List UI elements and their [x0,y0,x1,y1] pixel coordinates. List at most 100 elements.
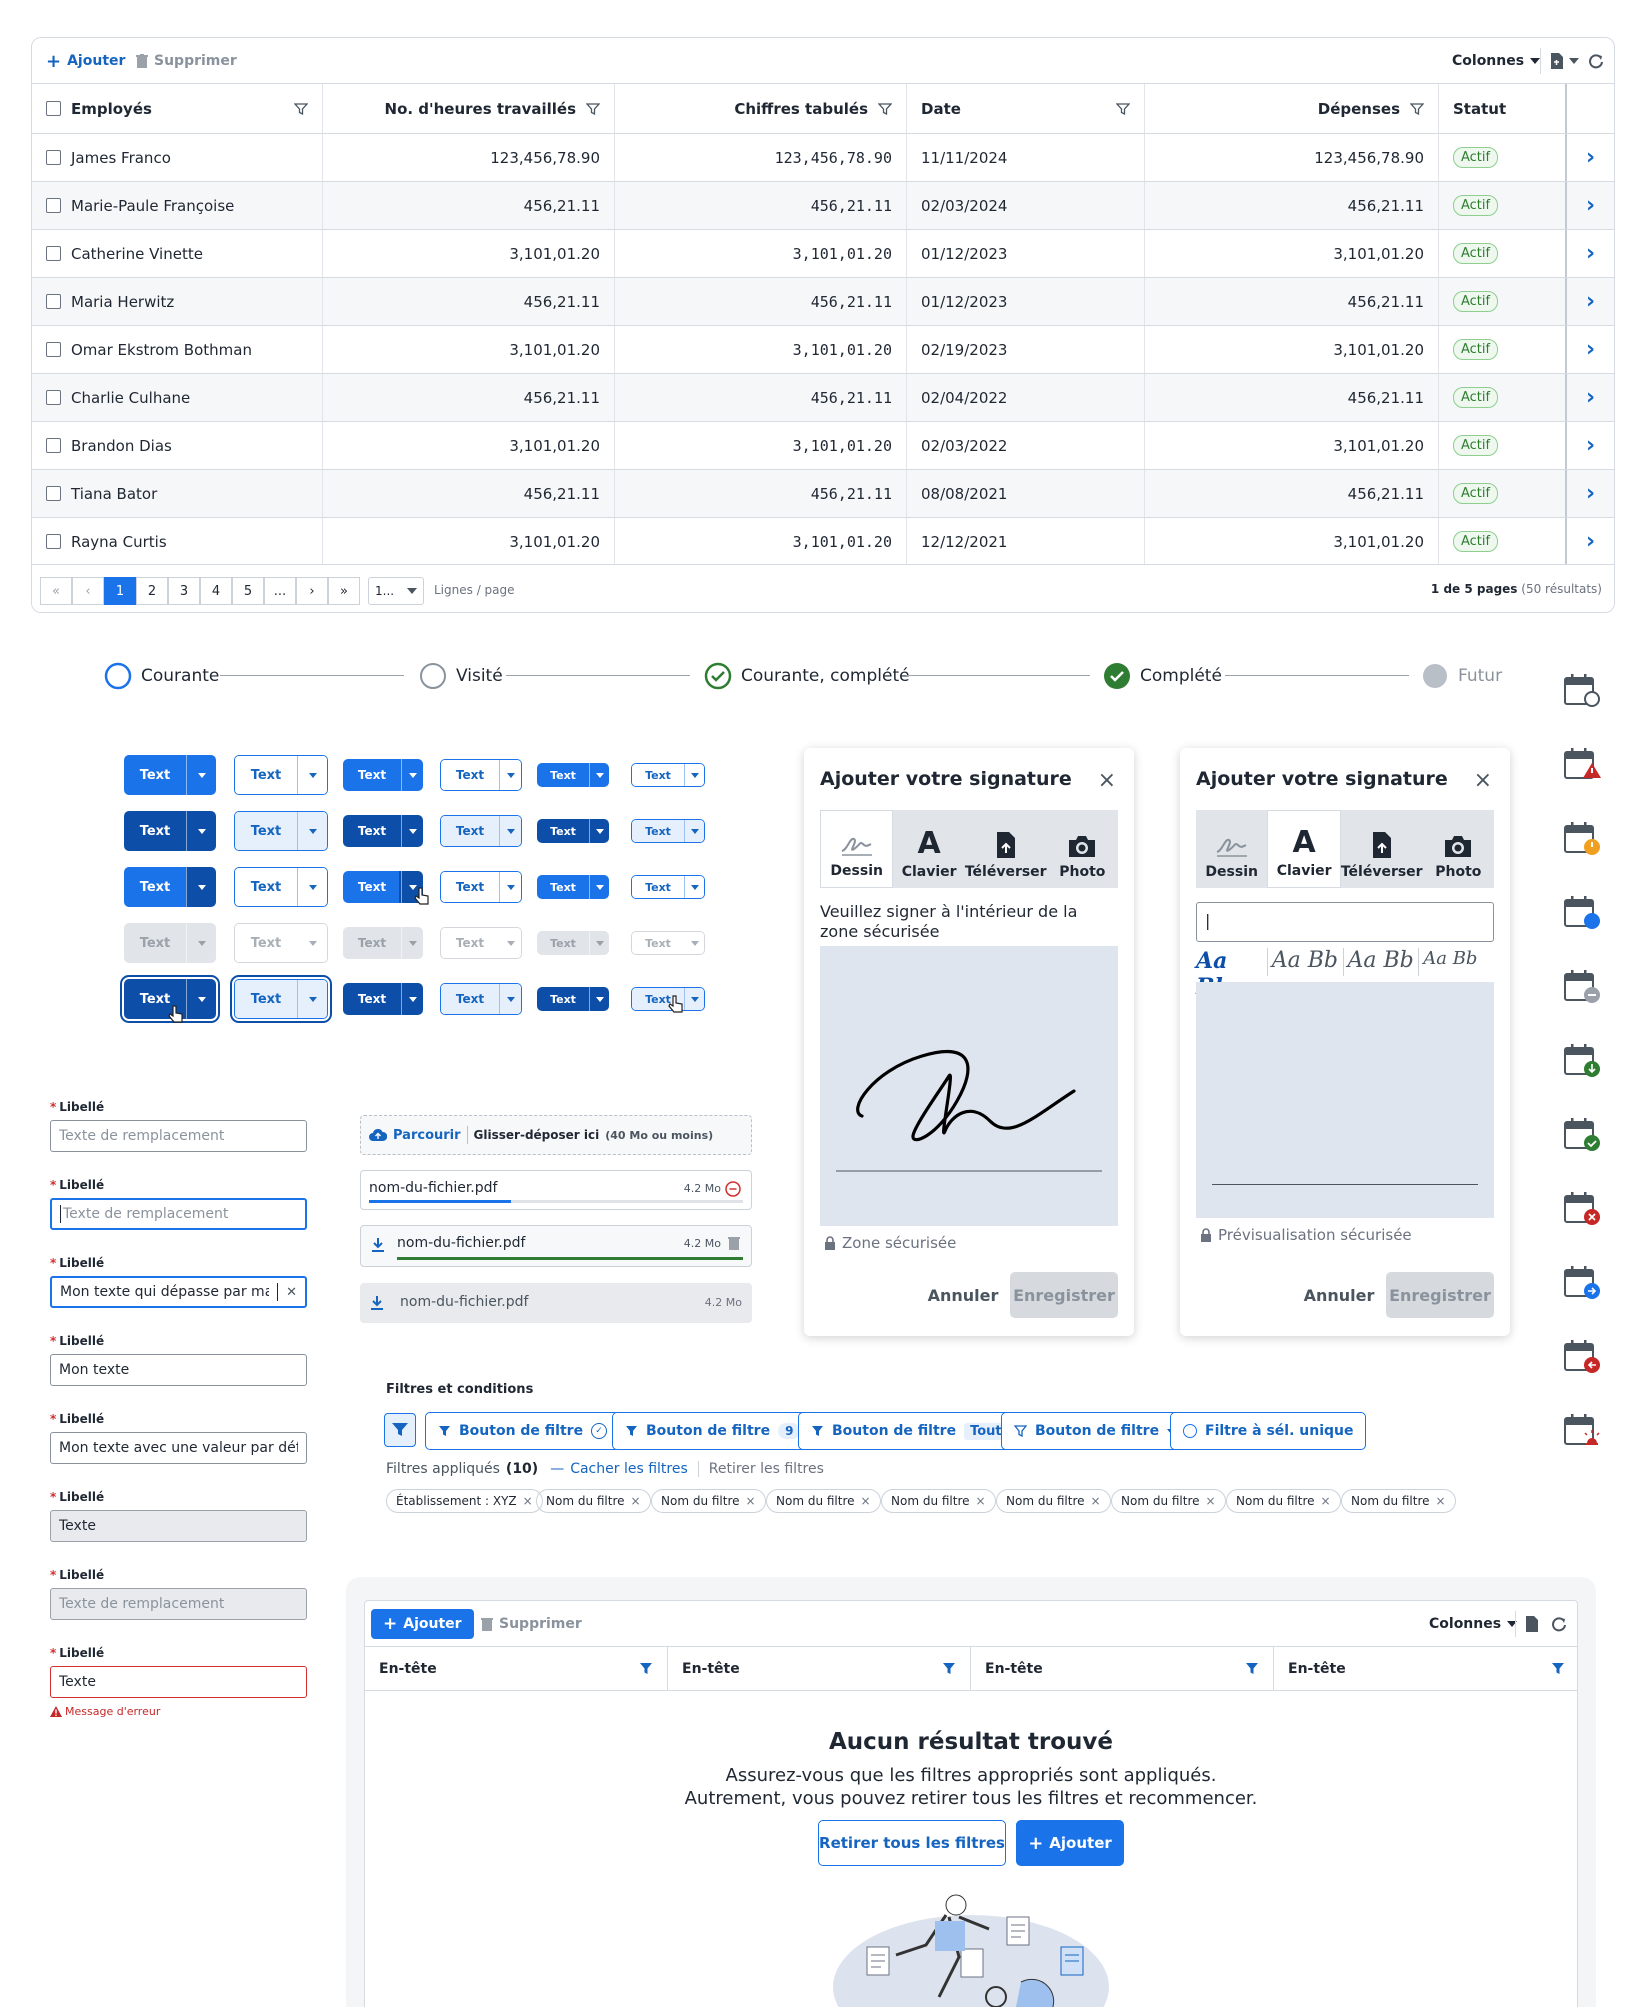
split-button[interactable]: Text [343,983,423,1015]
cancel-button[interactable]: Annuler [916,1272,1010,1318]
text-field[interactable]: Mon texte [50,1354,307,1386]
font-option[interactable]: Aa Bb [1268,948,1344,976]
step-visited[interactable]: Visité [419,662,503,690]
row-checkbox[interactable] [46,342,61,357]
remove-chip-icon[interactable]: × [1206,1494,1216,1508]
split-button-main[interactable]: Text [441,984,499,1014]
column-header-date[interactable]: Date [907,84,1145,133]
tab-keyboard[interactable]: A Clavier [893,810,965,888]
text-field[interactable]: Mon texte avec une valeur par défaut [50,1432,307,1464]
tab-upload[interactable]: Téléverser [964,810,1047,888]
split-button-main[interactable]: Text [235,756,297,794]
filter-toggle-button[interactable] [384,1413,416,1447]
split-button-main[interactable]: Text [632,764,684,786]
split-button-dropdown[interactable] [499,816,521,846]
text-field[interactable]: Texte de remplacement [50,1198,307,1230]
table-row[interactable]: Omar Ekstrom Bothman 3,101,01.20 3,101,01.… [32,326,1614,374]
rows-per-page-select[interactable]: 1... [368,577,424,605]
text-field[interactable]: Mon texte qui dépasse par man... ✕ [50,1276,307,1308]
column-header[interactable]: En-tête [971,1647,1274,1691]
tab-photo[interactable]: Photo [1422,810,1495,888]
tab-photo[interactable]: Photo [1046,810,1119,888]
remove-chip-icon[interactable]: × [631,1494,641,1508]
cancel-upload-icon[interactable] [725,1181,741,1197]
row-checkbox[interactable] [46,198,61,213]
last-page-button[interactable]: » [328,577,360,605]
first-page-button[interactable]: « [40,577,72,605]
column-header-employees[interactable]: Employés [32,84,323,133]
remove-chip-icon[interactable]: × [861,1494,871,1508]
save-button[interactable]: Enregistrer [1010,1272,1118,1318]
filter-icon[interactable] [878,102,892,116]
split-button-dropdown[interactable] [186,867,216,907]
split-button[interactable]: Text [631,931,705,955]
text-field[interactable]: Texte de remplacement [50,1120,307,1152]
trash-icon[interactable] [728,1236,740,1250]
split-button-dropdown[interactable] [499,984,521,1014]
filter-icon[interactable] [1245,1662,1259,1675]
column-header-hours[interactable]: No. d'heures travaillés [323,84,615,133]
remove-chip-icon[interactable]: × [1091,1494,1101,1508]
step-current[interactable]: Courante [104,662,219,690]
filter-button[interactable]: Bouton de filtre Tout [798,1412,1021,1450]
split-button-main[interactable]: Text [632,820,684,842]
split-button-main[interactable]: Text [235,812,297,850]
page-button-2[interactable]: 2 [136,577,168,605]
split-button-dropdown[interactable] [684,764,704,786]
column-header[interactable]: En-tête [668,1647,971,1691]
row-checkbox[interactable] [46,534,61,549]
table-row[interactable]: Marie-Paule Françoise 456,21.11 456,21.11 0… [32,182,1614,230]
page-button-6[interactable]: ... [264,577,296,605]
split-button-main[interactable]: Text [441,816,499,846]
font-option[interactable]: Aa Bb [1419,948,1494,976]
split-button-main[interactable]: Text [441,760,499,790]
filter-icon[interactable] [586,102,600,116]
select-all-checkbox[interactable] [46,101,61,116]
remove-chip-icon[interactable]: × [1436,1494,1446,1508]
split-button[interactable]: Text [537,763,609,787]
table-row[interactable]: James Franco 123,456,78.90 123,456,78.90 11… [32,134,1614,182]
step-complete[interactable]: Complété [1103,662,1222,690]
text-field[interactable]: Texte [50,1510,307,1542]
split-button[interactable]: Text [440,983,522,1015]
split-button-main[interactable]: Text [124,867,186,907]
filter-button[interactable]: Bouton de filtre ✓ [425,1412,621,1450]
split-button[interactable]: Text [537,987,609,1011]
split-button[interactable]: Text [230,975,332,1023]
column-header-expenses[interactable]: Dépenses [1145,84,1439,133]
cancel-button[interactable]: Annuler [1292,1272,1386,1318]
remove-chip-icon[interactable]: × [523,1494,533,1508]
add-button[interactable]: + Ajouter [1016,1820,1124,1866]
chevron-right-icon[interactable]: › [1586,385,1595,410]
split-button-main[interactable]: Text [537,987,589,1011]
columns-button[interactable]: Colonnes [1452,38,1541,84]
table-row[interactable]: Catherine Vinette 3,101,01.20 3,101,01.20 0… [32,230,1614,278]
remove-chip-icon[interactable]: × [1321,1494,1331,1508]
next-page-button[interactable]: › [296,577,328,605]
split-button-dropdown[interactable] [499,928,521,958]
chevron-right-icon[interactable]: › [1586,289,1595,314]
chevron-right-icon[interactable]: › [1586,241,1595,266]
split-button-main[interactable]: Text [124,755,186,795]
export-button[interactable] [1525,1601,1538,1647]
split-button-main[interactable]: Text [343,927,401,959]
split-button[interactable]: Text [234,811,328,851]
split-button[interactable]: Text [343,927,423,959]
split-button[interactable]: Text [124,923,216,963]
page-button-4[interactable]: 4 [200,577,232,605]
font-option[interactable]: Aa Bb [1344,948,1420,976]
split-button-dropdown[interactable] [589,819,609,843]
table-row[interactable]: Maria Herwitz 456,21.11 456,21.11 01/12/202… [32,278,1614,326]
close-icon[interactable]: × [1098,768,1116,793]
split-button-main[interactable]: Text [343,759,401,791]
delete-button[interactable]: Supprimer [481,1601,582,1647]
split-button-main[interactable]: Text [343,983,401,1015]
split-button-dropdown[interactable] [186,979,216,1019]
split-button-dropdown[interactable] [297,980,327,1018]
split-button-main[interactable]: Text [235,980,297,1018]
tab-draw[interactable]: Dessin [820,810,894,888]
split-button[interactable]: Text [234,755,328,795]
split-button[interactable]: Text [537,931,609,955]
split-button-dropdown[interactable] [499,760,521,790]
split-button[interactable]: Text [440,815,522,847]
